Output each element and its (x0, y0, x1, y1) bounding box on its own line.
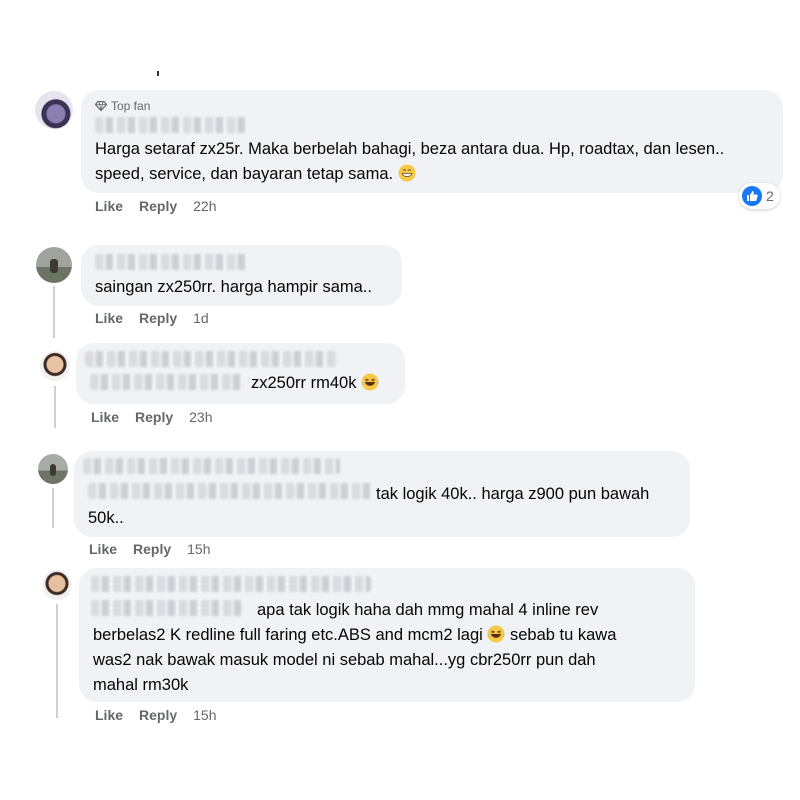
like-button[interactable]: Like (95, 707, 123, 723)
comment-actions: Like Reply 22h (95, 198, 217, 214)
timestamp[interactable]: 23h (189, 409, 212, 425)
commenter-name-redacted[interactable] (85, 351, 338, 367)
thread-line (52, 488, 54, 528)
avatar[interactable] (38, 454, 68, 484)
thread-line (53, 286, 55, 338)
timestamp[interactable]: 15h (193, 707, 216, 723)
thread-elbow (53, 286, 55, 288)
mentioned-name-redacted[interactable] (91, 600, 245, 616)
laughing-tears-emoji (487, 625, 505, 643)
comment-text-line: saingan zx250rr. harga hampir sama.. (95, 278, 372, 296)
comment-actions: Like Reply 15h (95, 707, 217, 723)
timestamp[interactable]: 1d (193, 310, 209, 326)
reply-button[interactable]: Reply (133, 541, 171, 557)
thread-line (54, 386, 56, 428)
commenter-name-redacted[interactable] (91, 576, 371, 592)
comment-text-line: Harga setaraf zx25r. Maka berbelah bahag… (95, 140, 725, 158)
like-button[interactable]: Like (95, 310, 123, 326)
comment-text-line: was2 nak bawak masuk model ni sebab maha… (93, 651, 596, 669)
comment-actions: Like Reply 23h (91, 409, 213, 425)
avatar[interactable] (35, 91, 73, 129)
like-button[interactable]: Like (95, 198, 123, 214)
commenter-name-redacted[interactable] (95, 117, 248, 133)
like-button[interactable]: Like (91, 409, 119, 425)
reply-button[interactable]: Reply (139, 198, 177, 214)
grinning-sweat-emoji (398, 164, 416, 182)
top-fan-badge: Top fan (95, 99, 150, 113)
mentioned-name-redacted[interactable] (90, 374, 243, 390)
cursor-mark (157, 71, 159, 76)
mentioned-name-redacted[interactable] (88, 483, 372, 499)
thread-line (56, 604, 58, 718)
avatar[interactable] (36, 247, 72, 283)
like-button[interactable]: Like (89, 541, 117, 557)
comment-actions: Like Reply 1d (95, 310, 209, 326)
comment-text-line: mahal rm30k (93, 676, 189, 694)
reaction-number: 2 (766, 188, 774, 204)
comment-text-line: zx250rr rm40k (251, 371, 379, 396)
avatar[interactable] (40, 351, 70, 381)
timestamp[interactable]: 15h (187, 541, 210, 557)
laughing-tears-emoji (361, 373, 379, 391)
comment-text-line: tak logik 40k.. harga z900 pun bawah (376, 485, 650, 503)
avatar[interactable] (42, 570, 72, 600)
reply-button[interactable]: Reply (135, 409, 173, 425)
commenter-name-redacted[interactable] (95, 254, 248, 270)
comment-text-line: berbelas2 K redline full faring etc.ABS … (93, 625, 617, 644)
reply-button[interactable]: Reply (139, 707, 177, 723)
like-icon (742, 186, 762, 206)
diamond-icon (95, 101, 107, 111)
comment-text-line: speed, service, dan bayaran tetap sama. (95, 162, 416, 187)
badge-label: Top fan (111, 99, 151, 113)
reaction-count[interactable]: 2 (739, 183, 780, 209)
comment-actions: Like Reply 15h (89, 541, 211, 557)
reply-button[interactable]: Reply (139, 310, 177, 326)
timestamp[interactable]: 22h (193, 198, 216, 214)
commenter-name-redacted[interactable] (83, 458, 340, 474)
comment-text-line: 50k.. (88, 509, 124, 527)
comment-text-line: apa tak logik haha dah mmg mahal 4 inlin… (257, 601, 599, 619)
